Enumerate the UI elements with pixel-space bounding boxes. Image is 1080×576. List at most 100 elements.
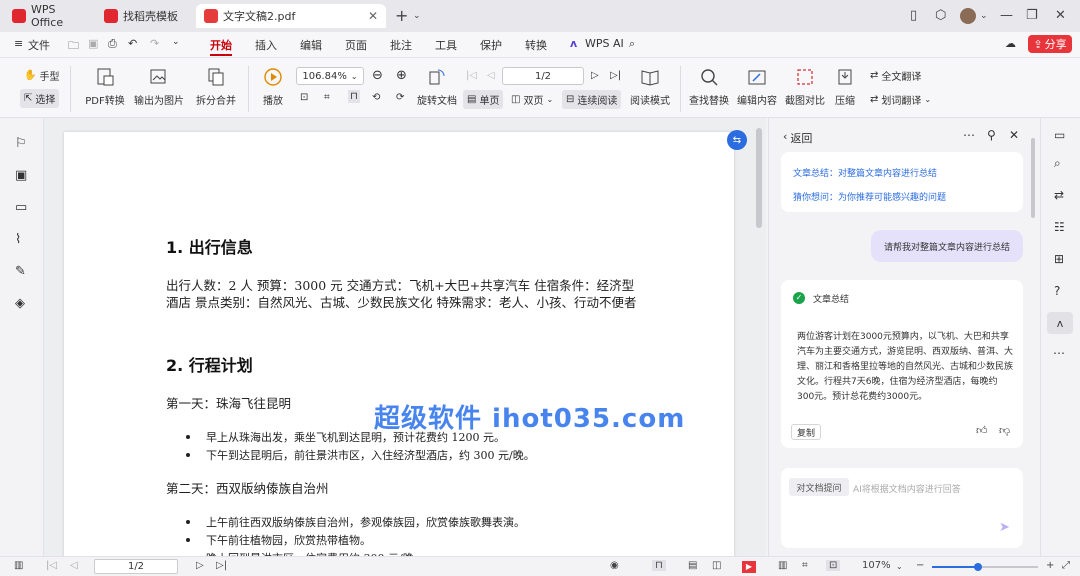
- zoom-slider-handle[interactable]: [974, 563, 982, 571]
- tab-tools[interactable]: 工具: [435, 37, 457, 53]
- eye-icon[interactable]: ◉: [610, 560, 619, 571]
- page-number-input[interactable]: 1/2: [502, 67, 584, 85]
- single-page-icon[interactable]: ▤: [688, 560, 697, 571]
- pin-icon[interactable]: ⚲: [987, 128, 996, 142]
- tab-protect[interactable]: 保护: [480, 37, 502, 53]
- tab-start[interactable]: 开始: [210, 37, 232, 53]
- chevron-down-icon[interactable]: ⌄: [980, 11, 988, 21]
- compress-button[interactable]: 压缩: [830, 66, 860, 107]
- close-tab-icon[interactable]: ✕: [368, 9, 378, 23]
- zoom-out-icon[interactable]: −: [916, 560, 924, 571]
- tab-wps-office[interactable]: WPS Office: [4, 3, 92, 29]
- fit-page-icon[interactable]: ⌗: [324, 92, 330, 103]
- zoom-select[interactable]: 106.84% ⌄: [296, 67, 364, 85]
- search-icon[interactable]: ⌕: [1054, 156, 1061, 171]
- close-panel-icon[interactable]: ✕: [1009, 128, 1019, 142]
- back-button[interactable]: ‹ 返回: [783, 130, 812, 146]
- tab-insert[interactable]: 插入: [255, 37, 277, 53]
- share-button[interactable]: ⇪ 分享: [1028, 35, 1072, 53]
- screenshot-compare-button[interactable]: 截图对比: [784, 66, 826, 107]
- settings-sliders-icon[interactable]: ☷: [1054, 220, 1065, 234]
- redo-icon[interactable]: ↷: [150, 37, 159, 50]
- tab-template[interactable]: 找稻壳模板: [96, 4, 194, 28]
- document-viewport[interactable]: 1. 出行信息 出行人数：2 人 预算：3000 元 交通方式：飞机+大巴+共享…: [44, 118, 766, 558]
- thumbnail-icon[interactable]: ▣: [15, 168, 27, 183]
- read-mode-button[interactable]: 阅读模式: [628, 66, 672, 107]
- more-icon[interactable]: ⋯: [963, 128, 975, 142]
- tab-page[interactable]: 页面: [345, 37, 367, 53]
- word-translate-button[interactable]: ⇄ 划词翻译 ⌄: [870, 92, 931, 107]
- double-page-icon[interactable]: ◫: [712, 560, 721, 571]
- last-page-icon[interactable]: ▷|: [216, 560, 227, 571]
- close-window-icon[interactable]: ✕: [1055, 8, 1066, 23]
- rotate-document-button[interactable]: 旋转文档: [416, 66, 458, 107]
- cube-icon[interactable]: ⬡: [935, 8, 946, 23]
- property-icon[interactable]: ▭: [1054, 128, 1065, 142]
- signature-icon[interactable]: ✎: [15, 264, 26, 279]
- split-merge-button[interactable]: 拆分合并: [190, 66, 242, 107]
- menu-file[interactable]: 文件: [28, 37, 50, 53]
- play-icon[interactable]: ▶: [742, 561, 756, 573]
- thumbs-down-icon[interactable]: 👎︎: [999, 424, 1010, 437]
- cloud-sync-icon[interactable]: ☁: [1005, 37, 1016, 50]
- rotate-left-icon[interactable]: ⟲: [372, 92, 380, 103]
- tab-edit[interactable]: 编辑: [300, 37, 322, 53]
- chevron-down-icon[interactable]: ⌄: [413, 11, 421, 21]
- hand-tool-button[interactable]: ✋ 手型: [24, 68, 59, 83]
- prev-page-icon[interactable]: ◁: [487, 70, 495, 81]
- select-tool-button[interactable]: ⇱ 选择: [20, 89, 60, 108]
- hamburger-icon[interactable]: ≡: [14, 37, 23, 50]
- fullscreen-icon[interactable]: ⤢: [1062, 560, 1070, 571]
- zoom-in-icon[interactable]: +: [1046, 560, 1054, 571]
- first-page-icon[interactable]: |◁: [466, 70, 477, 81]
- panel-scrollbar[interactable]: [1031, 138, 1035, 218]
- prev-page-icon[interactable]: ◁: [70, 560, 78, 571]
- zoom-in-icon[interactable]: ⊕: [396, 68, 407, 83]
- more-icon[interactable]: ⋯: [1053, 346, 1065, 360]
- pdf-convert-button[interactable]: PDF转换: [78, 66, 132, 107]
- find-replace-button[interactable]: 查找替换: [688, 66, 730, 107]
- tab-wps-ai[interactable]: WPS AI: [585, 37, 624, 50]
- zoom-out-icon[interactable]: ⊖: [372, 68, 383, 83]
- help-icon[interactable]: ?: [1054, 284, 1060, 298]
- send-icon[interactable]: ➤: [999, 520, 1010, 535]
- full-translate-button[interactable]: ⇄ 全文翻译: [870, 68, 921, 83]
- window-layout-icon[interactable]: ▯: [910, 8, 917, 23]
- double-page-button[interactable]: ◫ 双页 ⌄: [511, 92, 553, 107]
- rotate-right-icon[interactable]: ⟳: [396, 92, 404, 103]
- play-button[interactable]: 播放: [256, 66, 290, 107]
- zoom-slider[interactable]: [932, 563, 1038, 571]
- layout-icon[interactable]: ▥: [778, 560, 787, 571]
- copy-button[interactable]: 复制: [791, 424, 821, 440]
- minimize-icon[interactable]: —: [1000, 8, 1013, 23]
- layers-icon[interactable]: ◈: [15, 296, 25, 311]
- guess-question-link[interactable]: 猜你想问：为你推荐可能感兴趣的问题: [793, 190, 946, 203]
- convert-icon[interactable]: ⇄: [1054, 188, 1064, 202]
- first-page-icon[interactable]: |◁: [46, 560, 57, 571]
- actual-size-icon[interactable]: ⊡: [300, 92, 308, 103]
- summary-link[interactable]: 文章总结：对整篇文章内容进行总结: [793, 166, 937, 179]
- fit-page-icon[interactable]: ⌗: [802, 560, 808, 571]
- fit-width-icon[interactable]: ⊓: [652, 560, 666, 571]
- new-tab-icon[interactable]: +: [395, 6, 408, 25]
- tab-annotate[interactable]: 批注: [390, 37, 412, 53]
- single-page-button[interactable]: ▤ 单页: [463, 90, 504, 109]
- ask-input-card[interactable]: 对文档提问 AI将根据文档内容进行回答 ➤: [781, 468, 1023, 548]
- export-image-button[interactable]: 输出为图片: [133, 66, 185, 107]
- status-zoom-value[interactable]: 107%: [862, 560, 891, 571]
- undo-icon[interactable]: ↶: [128, 37, 137, 50]
- bookmark-icon[interactable]: ⚐: [15, 136, 27, 151]
- next-page-icon[interactable]: ▷: [591, 70, 599, 81]
- chevron-down-icon[interactable]: ⌄: [896, 562, 903, 571]
- ask-document-chip[interactable]: 对文档提问: [789, 478, 849, 496]
- float-tool-icon[interactable]: ⇆: [727, 130, 747, 150]
- comment-icon[interactable]: ▭: [15, 200, 27, 215]
- wps-ai-icon[interactable]: ᴧ: [1047, 312, 1073, 334]
- ask-input-placeholder[interactable]: AI将根据文档内容进行回答: [853, 482, 961, 495]
- fit-width-icon[interactable]: ⊓: [348, 90, 360, 103]
- continuous-read-button[interactable]: ⊟ 连续阅读: [562, 90, 622, 109]
- folder-icon[interactable]: 🗀: [68, 37, 79, 56]
- save-icon[interactable]: ▣: [88, 37, 98, 50]
- restore-icon[interactable]: ❐: [1026, 8, 1038, 23]
- book-icon[interactable]: ⊞: [1054, 252, 1064, 266]
